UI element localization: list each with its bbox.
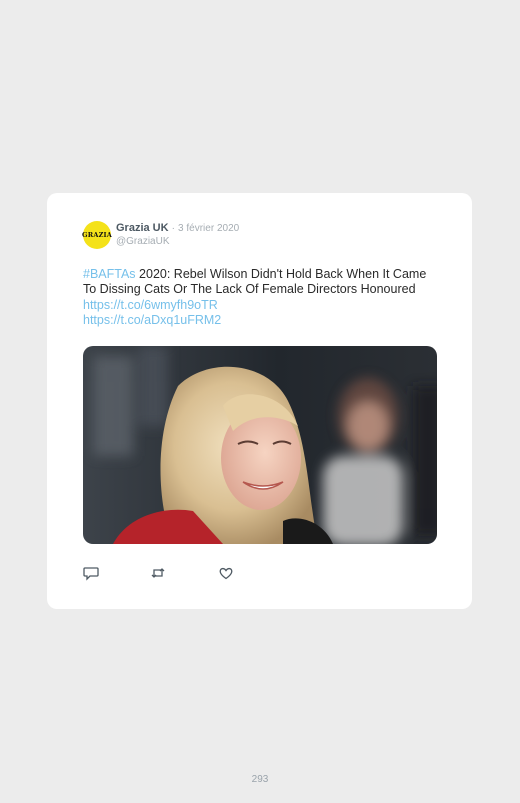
separator: · — [171, 223, 175, 234]
tweet-card: GRAZIA Grazia UK · 3 février 2020 @Grazi… — [47, 193, 472, 609]
heart-icon[interactable] — [218, 565, 234, 581]
tweet-link-2[interactable]: https://t.co/aDxq1uFRM2 — [83, 313, 221, 327]
tweet-date[interactable]: 3 février 2020 — [178, 223, 239, 234]
author-handle[interactable]: @GraziaUK — [116, 236, 170, 247]
tweet-text: #BAFTAs 2020: Rebel Wilson Didn't Hold B… — [83, 267, 428, 329]
avatar-logo-text: GRAZIA — [81, 231, 113, 239]
tweet-actions — [83, 565, 234, 581]
page-number: 293 — [251, 774, 269, 785]
tweet-photo — [83, 346, 437, 544]
author-name[interactable]: Grazia UK — [116, 222, 169, 234]
comment-icon[interactable] — [83, 565, 99, 581]
avatar[interactable]: GRAZIA — [81, 221, 113, 249]
hashtag-link[interactable]: #BAFTAs — [83, 267, 136, 281]
retweet-icon[interactable] — [150, 565, 166, 581]
tweet-image[interactable] — [83, 346, 437, 544]
author-line: Grazia UK · 3 février 2020 — [116, 222, 239, 234]
tweet-link-1[interactable]: https://t.co/6wmyfh9oTR — [83, 298, 218, 312]
